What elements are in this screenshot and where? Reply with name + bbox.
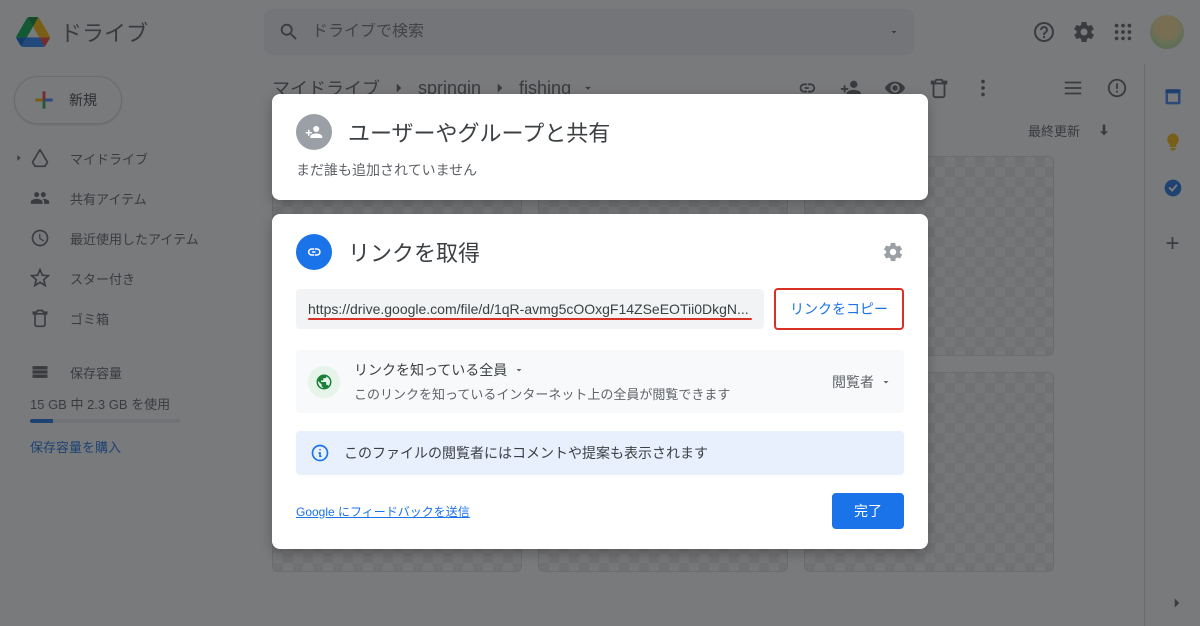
share-title: ユーザーやグループと共有 <box>348 116 610 148</box>
link-panel: リンクを取得 https://drive.google.com/file/d/1… <box>272 214 928 549</box>
scope-dropdown[interactable]: リンクを知っている全員 <box>354 360 818 380</box>
done-button[interactable]: 完了 <box>832 493 904 529</box>
dropdown-caret-icon <box>513 364 525 376</box>
modal-overlay: ユーザーやグループと共有 まだ誰も追加されていません リンクを取得 https:… <box>0 0 1200 626</box>
role-dropdown[interactable]: 閲覧者 <box>832 372 892 392</box>
link-url-text: https://drive.google.com/file/d/1qR-avmg… <box>308 301 749 317</box>
link-title: リンクを取得 <box>348 236 480 268</box>
scope-subtitle: このリンクを知っているインターネット上の全員が閲覧できます <box>354 384 818 403</box>
person-add-circle-icon <box>296 114 332 150</box>
globe-icon <box>308 366 340 398</box>
copy-link-button[interactable]: リンクをコピー <box>774 288 904 330</box>
scope-title-text: リンクを知っている全員 <box>354 360 507 380</box>
link-url-box[interactable]: https://drive.google.com/file/d/1qR-avmg… <box>296 289 764 329</box>
link-circle-icon <box>296 234 332 270</box>
role-label: 閲覧者 <box>832 372 874 392</box>
share-subtitle: まだ誰も追加されていません <box>296 160 904 180</box>
feedback-link[interactable]: Google にフィードバックを送信 <box>296 503 470 520</box>
info-icon <box>310 443 330 463</box>
info-text: このファイルの閲覧者にはコメントや提案も表示されます <box>344 443 708 463</box>
settings-gear-icon[interactable] <box>882 241 904 263</box>
highlight-underline <box>308 318 752 320</box>
access-scope-row: リンクを知っている全員 このリンクを知っているインターネット上の全員が閲覧できま… <box>296 350 904 413</box>
info-banner: このファイルの閲覧者にはコメントや提案も表示されます <box>296 431 904 475</box>
dropdown-caret-icon <box>880 376 892 388</box>
share-panel: ユーザーやグループと共有 まだ誰も追加されていません <box>272 94 928 200</box>
